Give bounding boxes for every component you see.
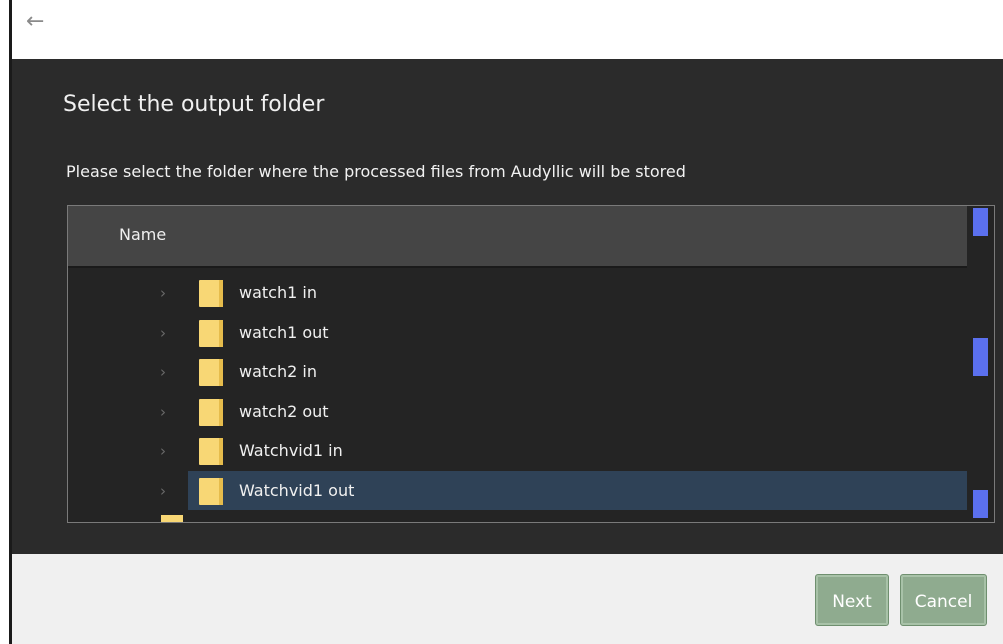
folder-icon bbox=[199, 359, 223, 386]
next-button[interactable]: Next bbox=[815, 574, 889, 626]
folder-icon bbox=[199, 319, 223, 347]
cancel-button[interactable]: Cancel bbox=[900, 574, 987, 626]
chevron-right-icon[interactable]: › bbox=[160, 324, 166, 342]
chevron-right-icon[interactable]: › bbox=[160, 482, 166, 500]
dialog-title: Select the output folder bbox=[63, 92, 325, 117]
scrollbar-thumb[interactable] bbox=[973, 338, 988, 376]
tree-row-label: watch2 out bbox=[239, 401, 329, 421]
scroll-up-button[interactable] bbox=[973, 208, 988, 236]
chevron-right-icon[interactable]: › bbox=[160, 403, 166, 421]
folder-list: › watch1 in › watch1 out › watch2 in › w… bbox=[68, 273, 967, 510]
tree-row-label: Watchvid1 out bbox=[239, 480, 355, 500]
tree-row-watch1-out[interactable]: › watch1 out bbox=[68, 313, 967, 353]
folder-icon bbox=[199, 438, 223, 465]
tree-row-watch1-in[interactable]: › watch1 in bbox=[68, 273, 967, 313]
scroll-down-button[interactable] bbox=[973, 490, 988, 518]
tree-row-watch2-out[interactable]: › watch2 out bbox=[68, 392, 967, 432]
tree-row-label: watch1 in bbox=[239, 283, 317, 302]
folder-tree[interactable]: Name › watch1 in › watch1 out › watch2 i… bbox=[67, 205, 995, 523]
chevron-right-icon[interactable]: › bbox=[160, 363, 166, 381]
dialog-description: Please select the folder where the proce… bbox=[66, 162, 686, 181]
tree-row-watch2-in[interactable]: › watch2 in bbox=[68, 352, 967, 392]
partial-folder-icon bbox=[161, 515, 183, 522]
folder-icon bbox=[199, 280, 223, 307]
chevron-right-icon[interactable]: › bbox=[160, 442, 166, 460]
tree-row-label: watch2 in bbox=[239, 362, 317, 381]
back-arrow-icon[interactable]: ← bbox=[26, 8, 52, 36]
vertical-scrollbar[interactable] bbox=[967, 206, 994, 522]
tree-row-label: watch1 out bbox=[239, 322, 329, 342]
chevron-right-icon[interactable]: › bbox=[160, 284, 166, 302]
tree-row-label: Watchvid1 in bbox=[239, 441, 343, 460]
name-column-label[interactable]: Name bbox=[119, 222, 166, 248]
tree-row-watchvid1-in[interactable]: › Watchvid1 in bbox=[68, 431, 967, 471]
tree-row-watchvid1-out[interactable]: › Watchvid1 out bbox=[68, 470, 967, 510]
folder-icon bbox=[199, 398, 223, 426]
folder-icon bbox=[199, 477, 223, 505]
tree-column-header[interactable]: Name bbox=[68, 206, 967, 268]
